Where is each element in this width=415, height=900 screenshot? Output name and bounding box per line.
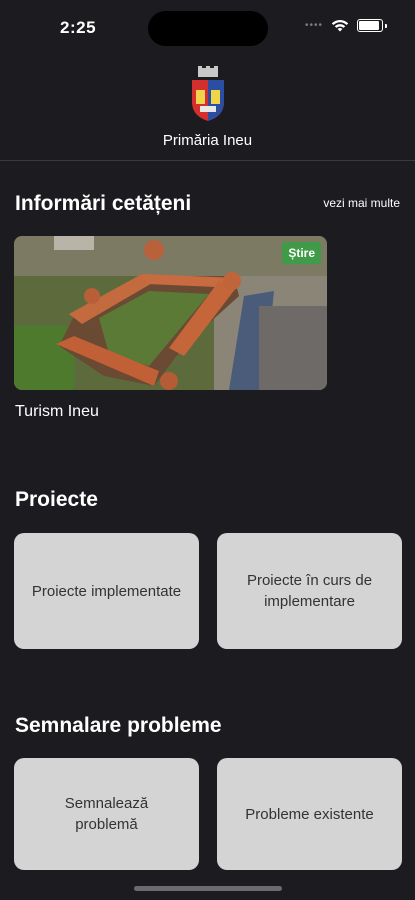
news-image — [14, 236, 327, 390]
ongoing-projects-button[interactable]: Proiecte în curs de implementare — [217, 533, 402, 649]
battery-tip — [385, 23, 387, 28]
home-indicator[interactable] — [134, 886, 282, 891]
town-name: Primăria Ineu — [162, 132, 253, 149]
news-card[interactable]: Știre — [14, 236, 327, 390]
crest-logo — [192, 66, 224, 121]
signal-icon: •••• — [304, 20, 323, 31]
status-time: 2:25 — [60, 18, 97, 37]
news-title[interactable]: Turism Ineu — [15, 403, 99, 421]
app-header: Primăria Ineu — [0, 62, 415, 161]
status-icons: •••• — [305, 19, 387, 32]
existing-problems-label: Probleme existente — [245, 805, 374, 823]
battery-icon — [357, 19, 383, 32]
implemented-projects-label: Proiecte implementate — [31, 582, 182, 600]
implemented-projects-button[interactable]: Proiecte implementate — [14, 533, 199, 649]
report-problem-label: Semnalează problemă — [64, 795, 149, 833]
projects-section-title: Proiecte — [15, 488, 98, 511]
news-badge: Știre — [282, 242, 321, 264]
problems-section-title: Semnalare probleme — [15, 714, 222, 737]
see-more-link[interactable]: vezi mai multe — [323, 196, 400, 210]
existing-problems-button[interactable]: Probleme existente — [217, 758, 402, 870]
wifi-icon — [331, 20, 349, 32]
status-bar: 2:25 •••• — [0, 0, 415, 56]
dynamic-island — [148, 11, 268, 46]
info-section-title: Informări cetățeni — [15, 192, 192, 215]
report-problem-button[interactable]: Semnalează problemă — [14, 758, 199, 870]
ongoing-projects-label: Proiecte în curs de implementare — [246, 572, 373, 610]
